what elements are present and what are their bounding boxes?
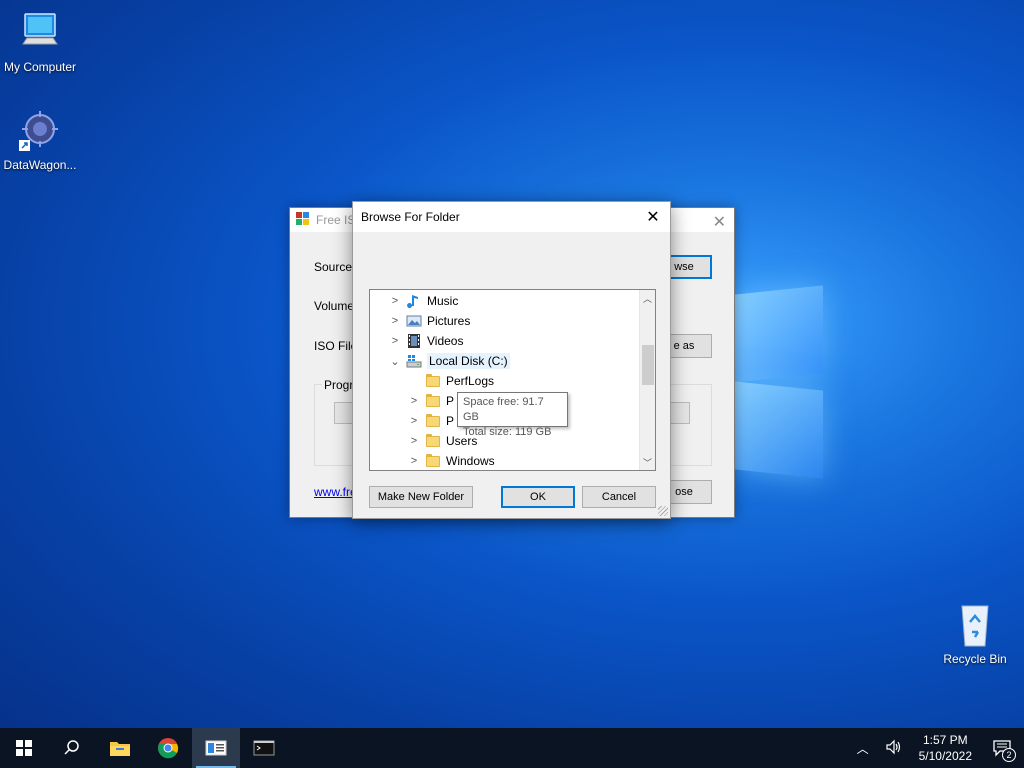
- search-icon: [64, 740, 79, 755]
- wallpaper-pane: [735, 285, 823, 383]
- tree-item-program-files-x86[interactable]: > P: [407, 411, 454, 431]
- tree-item-perflogs[interactable]: PerfLogs: [407, 371, 494, 391]
- tree-item-label: Windows: [446, 454, 495, 468]
- app-icon: [296, 211, 310, 229]
- chevron-right-icon[interactable]: >: [407, 435, 421, 447]
- browse-button-label: wse: [674, 261, 694, 273]
- tree-item-label: Music: [427, 294, 459, 308]
- pictures-icon: [406, 313, 422, 329]
- action-center-button[interactable]: 2: [980, 728, 1024, 768]
- folder-icon: [425, 393, 441, 409]
- videos-icon: [406, 333, 422, 349]
- start-button[interactable]: [0, 728, 48, 768]
- chevron-right-icon[interactable]: >: [388, 295, 402, 307]
- browse-for-folder-dialog: Browse For Folder ✕ > Music > Pictures >…: [352, 201, 671, 519]
- desktop-icon-label: Recycle Bin: [943, 652, 1007, 666]
- folder-icon: [425, 433, 441, 449]
- folder-icon: [425, 453, 441, 469]
- website-link[interactable]: www.fre: [314, 485, 357, 499]
- tree-item-label: P: [446, 414, 455, 428]
- close-icon[interactable]: ✕: [713, 212, 726, 232]
- folder-icon: [425, 413, 441, 429]
- scroll-down-icon[interactable]: ﹀: [640, 454, 655, 470]
- terminal-icon: [253, 740, 275, 756]
- desktop-icon-label: My Computer: [3, 60, 77, 74]
- cancel-label: Cancel: [601, 491, 637, 503]
- tooltip-total-size: Total size: 119 GB: [463, 426, 552, 438]
- drive-tooltip: Space free: 91.7 GB Total size: 119 GB: [457, 392, 568, 438]
- file-explorer-button[interactable]: [96, 728, 144, 768]
- tree-item-windows[interactable]: > Windows: [407, 451, 495, 470]
- tree-item-label: Videos: [427, 334, 464, 348]
- music-icon: [406, 293, 422, 309]
- tree-item-label: Pictures: [427, 314, 471, 328]
- datawagon-icon: [17, 108, 63, 154]
- chevron-down-icon[interactable]: ⌄: [388, 355, 402, 368]
- chrome-button[interactable]: [144, 728, 192, 768]
- tree-item-local-disk[interactable]: ⌄ Local Disk (C:): [388, 351, 510, 371]
- resize-grip[interactable]: [658, 506, 668, 516]
- ok-label: OK: [530, 491, 546, 503]
- chevron-right-icon[interactable]: >: [407, 415, 421, 427]
- chevron-right-icon[interactable]: >: [407, 455, 421, 467]
- tree-item-pictures[interactable]: > Pictures: [388, 311, 471, 331]
- scroll-up-icon[interactable]: ︿: [640, 290, 655, 306]
- tree-item-music[interactable]: > Music: [388, 291, 458, 311]
- search-button[interactable]: [48, 728, 96, 768]
- make-new-folder-button[interactable]: Make New Folder: [369, 486, 473, 508]
- notification-badge: 2: [1002, 748, 1016, 762]
- volume-label: Volume: [314, 299, 355, 313]
- tree-item-label: Local Disk (C:): [427, 353, 510, 369]
- tree-item-label: PerfLogs: [446, 374, 495, 388]
- folder-icon: [425, 373, 441, 389]
- chevron-right-icon[interactable]: >: [388, 335, 402, 347]
- iso-file-label: ISO File: [314, 339, 358, 353]
- taskbar: ︿ 1:57 PM 5/10/2022 2: [0, 728, 1024, 768]
- tree-item-videos[interactable]: > Videos: [388, 331, 463, 351]
- close-icon[interactable]: ✕: [642, 206, 664, 228]
- computer-icon: [17, 10, 63, 56]
- clock-date: 5/10/2022: [918, 749, 972, 763]
- desktop-icon-my-computer[interactable]: My Computer: [0, 10, 80, 74]
- tooltip-space-free: Space free: 91.7 GB: [463, 396, 544, 423]
- chevron-up-icon[interactable]: ︿: [857, 740, 869, 757]
- drive-icon: [406, 353, 422, 369]
- dialog-title: Browse For Folder: [361, 210, 460, 224]
- recycle-bin-icon: [952, 602, 998, 648]
- windows-start-icon: [16, 740, 32, 756]
- volume-icon[interactable]: [885, 739, 903, 758]
- dialog-titlebar: Browse For Folder: [353, 202, 670, 232]
- wallpaper-pane: [735, 381, 823, 479]
- clock[interactable]: 1:57 PM 5/10/2022: [919, 732, 972, 764]
- app-window-icon: [205, 740, 227, 756]
- close-button-label: ose: [675, 486, 693, 498]
- free-iso-taskbar-button[interactable]: [192, 728, 240, 768]
- chrome-icon: [158, 738, 179, 759]
- file-explorer-icon: [110, 742, 130, 756]
- tree-item-label: P: [446, 394, 455, 408]
- scroll-thumb[interactable]: [642, 345, 654, 385]
- folder-tree[interactable]: > Music > Pictures > Videos ⌄ Local Disk…: [369, 289, 656, 471]
- terminal-button[interactable]: [240, 728, 288, 768]
- chevron-right-icon[interactable]: >: [388, 315, 402, 327]
- ok-button[interactable]: OK: [501, 486, 575, 508]
- desktop-icon-recycle-bin[interactable]: Recycle Bin: [935, 602, 1015, 666]
- save-as-button-label: e as: [673, 340, 695, 352]
- vertical-scrollbar[interactable]: ︿ ﹀: [639, 290, 655, 470]
- cancel-button[interactable]: Cancel: [582, 486, 656, 508]
- system-tray: ︿ 1:57 PM 5/10/2022 2: [849, 728, 1024, 768]
- tree-item-program-files[interactable]: > P: [407, 391, 454, 411]
- make-new-folder-label: Make New Folder: [377, 491, 465, 503]
- desktop-icon-datawagon[interactable]: DataWagon...: [0, 108, 80, 172]
- clock-time: 1:57 PM: [922, 733, 968, 747]
- windows-logo-wallpaper: [735, 285, 825, 480]
- chevron-right-icon[interactable]: >: [407, 395, 421, 407]
- desktop-icon-label: DataWagon...: [3, 158, 77, 172]
